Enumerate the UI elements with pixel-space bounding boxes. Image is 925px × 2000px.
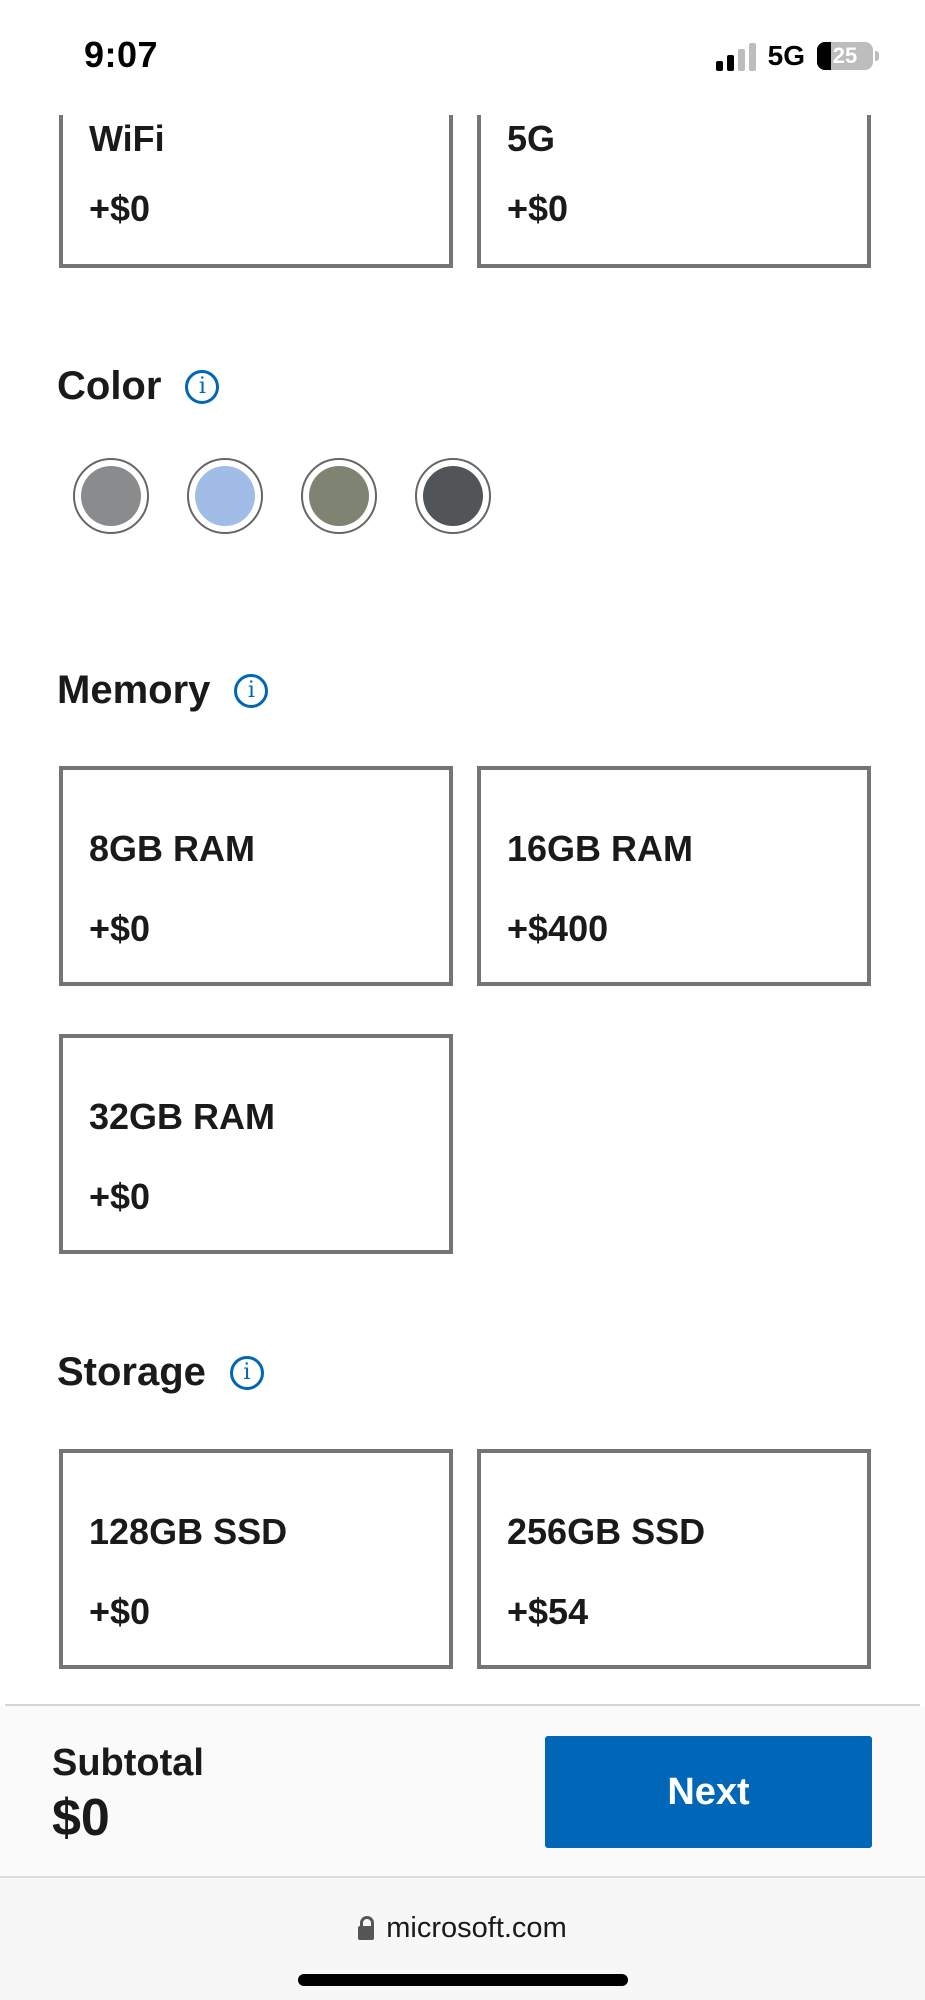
storage-section-title: Storage i [57,1350,264,1395]
swatch-dot [423,466,483,526]
storage-heading: Storage [57,1350,206,1394]
subtotal-label: Subtotal [52,1742,204,1784]
memory-heading: Memory [57,668,211,712]
option-name: 16GB RAM [507,828,694,869]
storage-option-256gb[interactable]: 256GB SSD +$54 [477,1449,871,1669]
option-name: 256GB SSD [507,1511,706,1552]
memory-option-32gb[interactable]: 32GB RAM +$0 [59,1034,453,1254]
option-name: 5G [507,118,556,159]
color-swatch-sage[interactable] [301,458,377,534]
memory-section-title: Memory i [57,668,269,713]
option-name: 8GB RAM [89,828,256,869]
swatch-dot [309,466,369,526]
option-price: +$0 [89,188,151,229]
option-price: +$54 [507,1591,589,1632]
color-info-icon[interactable]: i [185,369,220,404]
color-heading: Color [57,364,162,408]
status-time: 9:07 [84,34,159,75]
option-name: 32GB RAM [89,1096,276,1137]
option-price: +$0 [507,188,569,229]
connectivity-option-wifi[interactable]: WiFi +$0 [59,110,453,268]
swatch-dot [195,466,255,526]
battery-percentage: 25 [832,43,858,68]
color-swatch-graphite[interactable] [415,458,491,534]
url-text: microsoft.com [386,1912,567,1944]
option-name: 128GB SSD [89,1511,288,1552]
network-type-label: 5G [767,40,805,71]
swatch-dot [81,466,141,526]
memory-option-8gb[interactable]: 8GB RAM +$0 [59,766,453,986]
browser-address-bar: microsoft.com [0,1876,925,2000]
address-display[interactable]: microsoft.com [0,1912,925,1945]
home-indicator [298,1974,628,1986]
next-button[interactable]: Next [545,1736,872,1848]
option-price: +$400 [507,908,609,949]
subtotal-bar: Subtotal $0 Next [0,1706,925,1876]
option-name: WiFi [89,118,165,159]
status-bar: 9:07 5G 25 [0,0,925,115]
battery-icon: 25 [817,42,873,70]
memory-option-16gb[interactable]: 16GB RAM +$400 [477,766,871,986]
memory-info-icon[interactable]: i [234,673,269,708]
option-price: +$0 [89,1176,151,1217]
subtotal-value: $0 [52,1789,110,1847]
connectivity-option-5g[interactable]: 5G +$0 [477,110,871,268]
storage-option-128gb[interactable]: 128GB SSD +$0 [59,1449,453,1669]
color-section-title: Color i [57,364,220,409]
color-swatch-platinum[interactable] [73,458,149,534]
status-indicators: 5G 25 [715,40,879,72]
option-price: +$0 [89,1591,151,1632]
option-price: +$0 [89,908,151,949]
cellular-signal-icon [715,41,756,71]
lock-icon [358,1915,375,1940]
color-swatch-blue[interactable] [187,458,263,534]
storage-info-icon[interactable]: i [229,1355,264,1390]
battery-tip [875,51,879,61]
